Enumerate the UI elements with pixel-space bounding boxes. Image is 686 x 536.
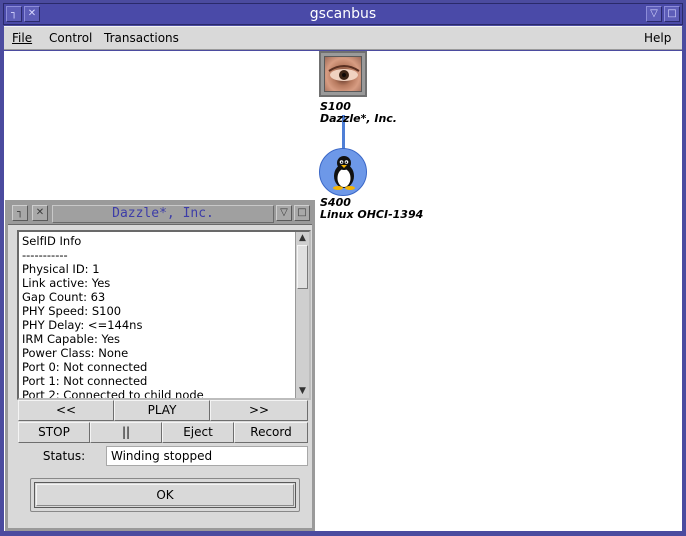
record-button[interactable]: Record bbox=[234, 422, 308, 443]
info-line: Link active: Yes bbox=[22, 276, 111, 290]
minimize-icon[interactable]: ▽ bbox=[646, 6, 662, 22]
node-dazzle-vendor: Dazzle*, Inc. bbox=[320, 112, 397, 125]
info-line: Physical ID: 1 bbox=[22, 262, 100, 276]
status-value: Winding stopped bbox=[106, 446, 308, 466]
info-line: Port 2: Connected to child node bbox=[22, 388, 204, 400]
info-line: IRM Capable: Yes bbox=[22, 332, 121, 346]
dialog-title: Dazzle*, Inc. bbox=[52, 205, 274, 223]
eject-button[interactable]: Eject bbox=[162, 422, 234, 443]
info-line: Power Class: None bbox=[22, 346, 129, 360]
node-linux-label: S400 Linux OHCI-1394 bbox=[320, 197, 423, 221]
node-linux-vendor: Linux OHCI-1394 bbox=[320, 208, 424, 221]
dialog-title-bar[interactable]: ┐ ✕ Dazzle*, Inc. ▽ □ bbox=[8, 203, 312, 225]
ok-button[interactable]: OK bbox=[34, 482, 296, 508]
play-button[interactable]: PLAY bbox=[114, 400, 210, 421]
rewind-button[interactable]: << bbox=[18, 400, 114, 421]
node-linux[interactable] bbox=[319, 148, 367, 196]
dialog-maximize-icon[interactable]: □ bbox=[294, 205, 310, 221]
dialog-menu-icon[interactable]: ┐ bbox=[12, 205, 28, 221]
node-dazzle-label: S100 Dazzle*, Inc. bbox=[320, 101, 397, 125]
node-info-dialog: ┐ ✕ Dazzle*, Inc. ▽ □ SelfID Info ------… bbox=[5, 200, 315, 531]
scroll-thumb[interactable] bbox=[297, 245, 308, 289]
stop-button[interactable]: STOP bbox=[18, 422, 90, 443]
ok-button-frame: OK bbox=[30, 478, 300, 512]
scroll-down-icon[interactable]: ▼ bbox=[297, 386, 308, 397]
info-line: PHY Speed: S100 bbox=[22, 304, 122, 318]
info-line: Port 0: Not connected bbox=[22, 360, 148, 374]
menu-help[interactable]: Help bbox=[644, 31, 671, 45]
info-scrollbar[interactable]: ▲ ▼ bbox=[295, 232, 309, 398]
info-line: SelfID Info bbox=[22, 234, 82, 248]
status-label: Status: bbox=[42, 449, 86, 463]
menu-file[interactable]: File bbox=[12, 31, 32, 45]
menu-control[interactable]: Control bbox=[49, 31, 92, 45]
info-line: ----------- bbox=[22, 248, 68, 262]
window-title: gscanbus bbox=[309, 6, 377, 22]
dialog-minimize-icon[interactable]: ▽ bbox=[276, 205, 292, 221]
info-line: Gap Count: 63 bbox=[22, 290, 106, 304]
info-line: PHY Delay: <=144ns bbox=[22, 318, 143, 332]
menu-transactions[interactable]: Transactions bbox=[104, 31, 179, 45]
info-lines: SelfID Info ----------- Physical ID: 1 L… bbox=[22, 234, 290, 400]
forward-button[interactable]: >> bbox=[210, 400, 308, 421]
eye-camera-icon bbox=[324, 56, 362, 92]
selfid-info-text[interactable]: SelfID Info ----------- Physical ID: 1 L… bbox=[17, 230, 311, 400]
scroll-up-icon[interactable]: ▲ bbox=[297, 233, 308, 244]
menu-bar: File Control Transactions Help bbox=[4, 26, 682, 50]
linux-penguin-icon bbox=[333, 156, 355, 190]
dialog-close-icon[interactable]: ✕ bbox=[32, 205, 48, 221]
ok-button-label: OK bbox=[156, 488, 174, 502]
pause-button[interactable]: || bbox=[90, 422, 162, 443]
node-dazzle[interactable] bbox=[319, 51, 367, 97]
title-bar[interactable]: ┐ ✕ gscanbus ▽ □ bbox=[3, 3, 683, 25]
maximize-icon[interactable]: □ bbox=[664, 6, 680, 22]
info-line: Port 1: Not connected bbox=[22, 374, 148, 388]
